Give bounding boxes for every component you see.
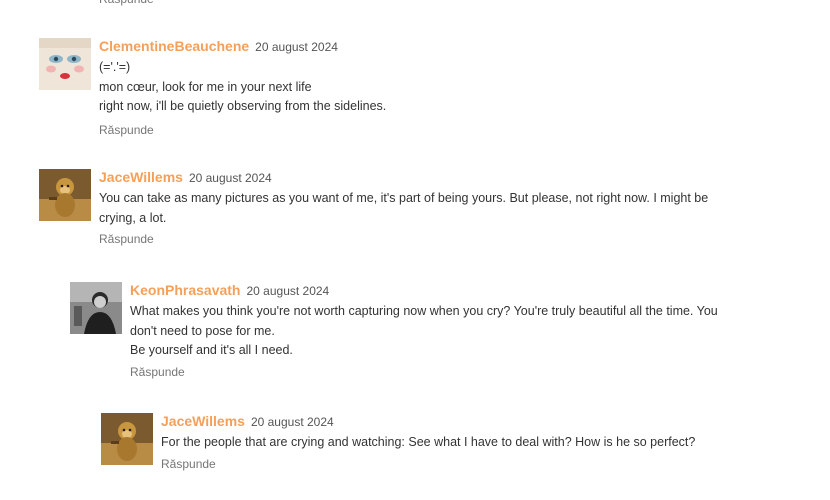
reply-link[interactable]: Răspunde (99, 123, 154, 137)
comment-date: 20 august 2024 (250, 415, 334, 429)
comment-line: mon cœur, look for me in your next life (99, 79, 312, 94)
comment-body: ClementineBeauchene 20 august 2024 (='.'=… (99, 38, 709, 139)
monkey-icon (39, 169, 91, 221)
comment-date: 20 august 2024 (188, 171, 272, 185)
avatar[interactable] (70, 282, 122, 334)
comment-text: What makes you think you're not worth ca… (130, 302, 740, 361)
comment-line: What makes you think you're not worth ca… (130, 304, 718, 338)
reply-link[interactable]: Răspunde (161, 457, 216, 471)
comment-date: 20 august 2024 (255, 40, 338, 54)
comment-line: For the people that are crying and watch… (161, 435, 696, 449)
avatar[interactable] (101, 413, 153, 465)
comment-body: KeonPhrasavath 20 august 2024 What makes … (130, 282, 740, 381)
reply-link[interactable]: Răspunde (130, 365, 185, 379)
comment-text: For the people that are crying and watch… (161, 433, 721, 453)
comment-text: You can take as many pictures as you wan… (99, 189, 709, 228)
comment-date: 20 august 2024 (246, 284, 330, 298)
reply-link[interactable]: Răspunde (99, 0, 154, 6)
comment-body: JaceWillems 20 august 2024 For the people… (161, 413, 721, 473)
comment-author[interactable]: JaceWillems (161, 413, 245, 429)
comment-line: You can take as many pictures as you wan… (99, 191, 709, 225)
comment-author[interactable]: KeonPhrasavath (130, 282, 240, 298)
comment-line: right now, i'll be quietly observing fro… (99, 99, 387, 113)
comment-body: JaceWillems 20 august 2024 You can take a… (99, 169, 709, 248)
comment-author[interactable]: JaceWillems (99, 169, 183, 185)
monkey-icon (101, 413, 153, 465)
comment-author[interactable]: ClementineBeauchene (99, 38, 249, 54)
reply-link[interactable]: Răspunde (99, 232, 154, 246)
portrait-icon (70, 282, 122, 334)
doll-face-icon (39, 38, 91, 90)
avatar[interactable] (39, 169, 91, 221)
comment-line: Be yourself and it's all I need. (130, 343, 293, 357)
comment-line: (='.'=) (99, 60, 131, 74)
avatar[interactable] (39, 38, 91, 90)
comment-text: (='.'=) mon cœur, look for me in your ne… (99, 58, 709, 117)
